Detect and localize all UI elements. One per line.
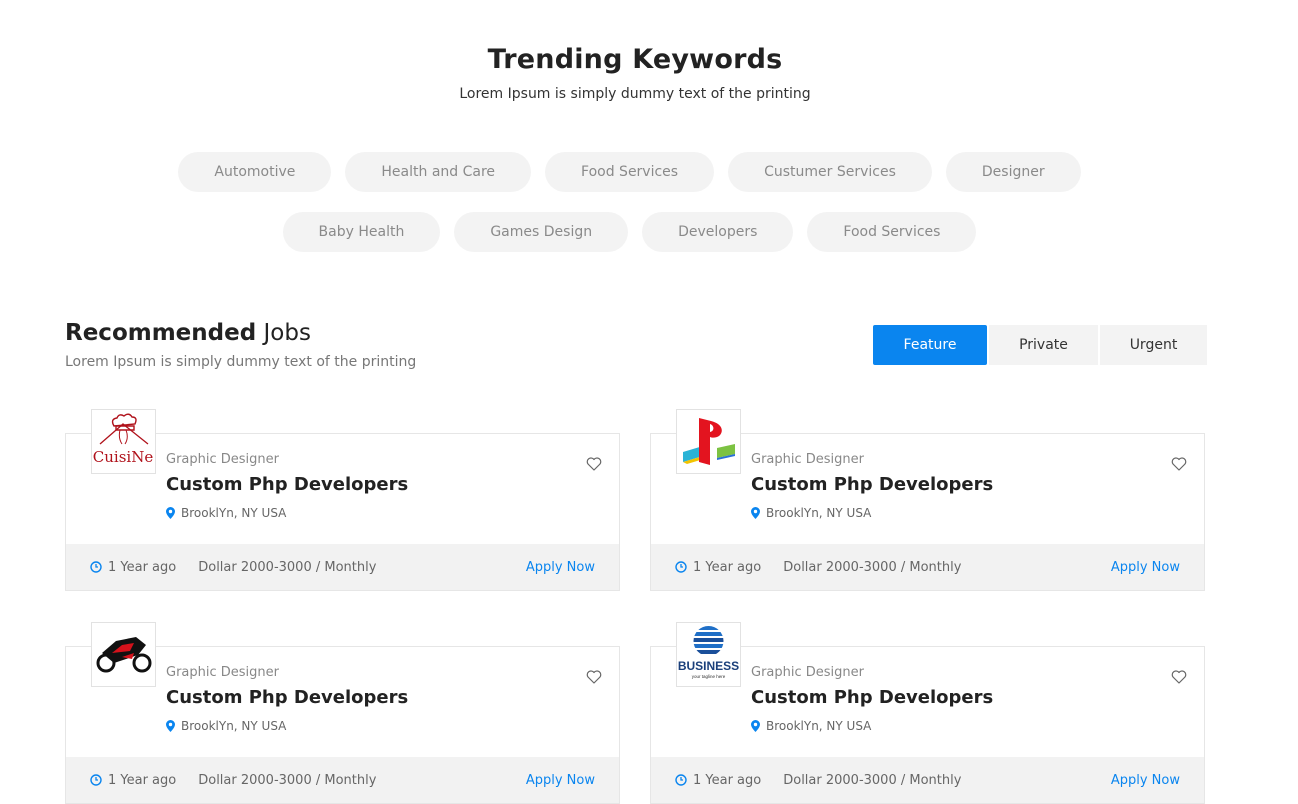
recommended-title-rest: Jobs — [256, 320, 311, 346]
job-location-text: BrooklYn, NY USA — [181, 719, 287, 733]
job-posted-text: 1 Year ago — [693, 559, 762, 575]
clock-icon — [675, 561, 687, 573]
job-card-footer: 1 Year ago Dollar 2000-3000 / Monthly Ap… — [66, 544, 619, 590]
job-posted: 1 Year ago — [675, 773, 761, 788]
tab-urgent[interactable]: Urgent — [1100, 325, 1207, 365]
keyword-chip[interactable]: Food Services — [807, 212, 977, 252]
job-card[interactable]: Graphic Designer Custom Php Developers B… — [650, 409, 1205, 591]
job-posted: 1 Year ago — [90, 773, 176, 788]
apply-now-link[interactable]: Apply Now — [1111, 560, 1180, 575]
recommended-subtitle: Lorem Ipsum is simply dummy text of the … — [65, 354, 417, 370]
heart-icon[interactable] — [585, 455, 603, 473]
job-category: Graphic Designer — [751, 452, 864, 467]
job-salary: Dollar 2000-3000 / Monthly — [198, 559, 377, 575]
job-filter-tabs: Feature Private Urgent — [873, 325, 1207, 365]
job-location: BrooklYn, NY USA — [751, 506, 871, 520]
job-card-footer: 1 Year ago Dollar 2000-3000 / Monthly Ap… — [651, 544, 1204, 590]
job-location: BrooklYn, NY USA — [751, 719, 871, 733]
clock-icon — [90, 774, 102, 786]
job-card[interactable]: BUSINESS your tagline here Graphic Desig… — [650, 622, 1205, 804]
job-card[interactable]: Graphic Designer Custom Php Developers B… — [65, 622, 620, 804]
tab-private[interactable]: Private — [989, 325, 1098, 365]
job-title[interactable]: Custom Php Developers — [751, 687, 993, 708]
job-category: Graphic Designer — [751, 665, 864, 680]
job-title[interactable]: Custom Php Developers — [751, 474, 993, 495]
clock-icon — [675, 774, 687, 786]
job-posted: 1 Year ago — [90, 560, 176, 575]
keyword-chip[interactable]: Baby Health — [282, 212, 441, 252]
trending-subtitle: Lorem Ipsum is simply dummy text of the … — [459, 86, 811, 102]
map-pin-icon — [751, 507, 760, 519]
apply-now-link[interactable]: Apply Now — [526, 560, 595, 575]
job-card-footer: 1 Year ago Dollar 2000-3000 / Monthly Ap… — [66, 757, 619, 803]
job-salary: Dollar 2000-3000 / Monthly — [783, 559, 962, 575]
job-card[interactable]: CuisiNe Graphic Designer Custom Php Deve… — [65, 409, 620, 591]
cuisine-logo-text: CuisiNe — [93, 448, 154, 466]
business-logo: BUSINESS your tagline here — [676, 622, 741, 687]
job-posted-text: 1 Year ago — [108, 772, 177, 788]
job-posted-text: 1 Year ago — [108, 559, 177, 575]
apply-now-link[interactable]: Apply Now — [526, 773, 595, 788]
job-card-footer: 1 Year ago Dollar 2000-3000 / Monthly Ap… — [651, 757, 1204, 803]
job-location-text: BrooklYn, NY USA — [766, 506, 872, 520]
keyword-chip[interactable]: Developers — [642, 212, 794, 252]
business-logo-tagline: your tagline here — [692, 674, 726, 679]
trending-title: Trending Keywords — [487, 44, 783, 75]
tab-feature[interactable]: Feature — [873, 325, 987, 365]
keyword-row-2: Baby Health Games Design Developers Food… — [0, 212, 1259, 252]
job-posted: 1 Year ago — [675, 560, 761, 575]
keyword-chip[interactable]: Automotive — [178, 152, 332, 192]
job-location: BrooklYn, NY USA — [166, 719, 286, 733]
clock-icon — [90, 561, 102, 573]
recommended-title-bold: Recommended — [65, 320, 257, 346]
cuisine-logo: CuisiNe — [91, 409, 156, 474]
map-pin-icon — [166, 507, 175, 519]
playstation-logo — [676, 409, 741, 474]
heart-icon[interactable] — [1170, 668, 1188, 686]
job-posted-text: 1 Year ago — [693, 772, 762, 788]
keyword-chip[interactable]: Custumer Services — [728, 152, 932, 192]
recommended-title: Recommended Jobs — [65, 320, 311, 346]
map-pin-icon — [751, 720, 760, 732]
heart-icon[interactable] — [1170, 455, 1188, 473]
job-salary: Dollar 2000-3000 / Monthly — [198, 772, 377, 788]
job-location-text: BrooklYn, NY USA — [766, 719, 872, 733]
motorbike-logo — [91, 622, 156, 687]
keyword-chip[interactable]: Health and Care — [345, 152, 532, 192]
map-pin-icon — [166, 720, 175, 732]
keyword-row-1: Automotive Health and Care Food Services… — [0, 152, 1259, 192]
keyword-chip[interactable]: Designer — [945, 152, 1081, 192]
job-title[interactable]: Custom Php Developers — [166, 474, 408, 495]
job-salary: Dollar 2000-3000 / Monthly — [783, 772, 962, 788]
job-category: Graphic Designer — [166, 452, 279, 467]
job-category: Graphic Designer — [166, 665, 279, 680]
job-location: BrooklYn, NY USA — [166, 506, 286, 520]
keyword-chip[interactable]: Games Design — [454, 212, 629, 252]
keyword-chip[interactable]: Food Services — [545, 152, 715, 192]
job-title[interactable]: Custom Php Developers — [166, 687, 408, 708]
business-logo-text: BUSINESS — [678, 659, 739, 673]
job-location-text: BrooklYn, NY USA — [181, 506, 287, 520]
heart-icon[interactable] — [585, 668, 603, 686]
apply-now-link[interactable]: Apply Now — [1111, 773, 1180, 788]
